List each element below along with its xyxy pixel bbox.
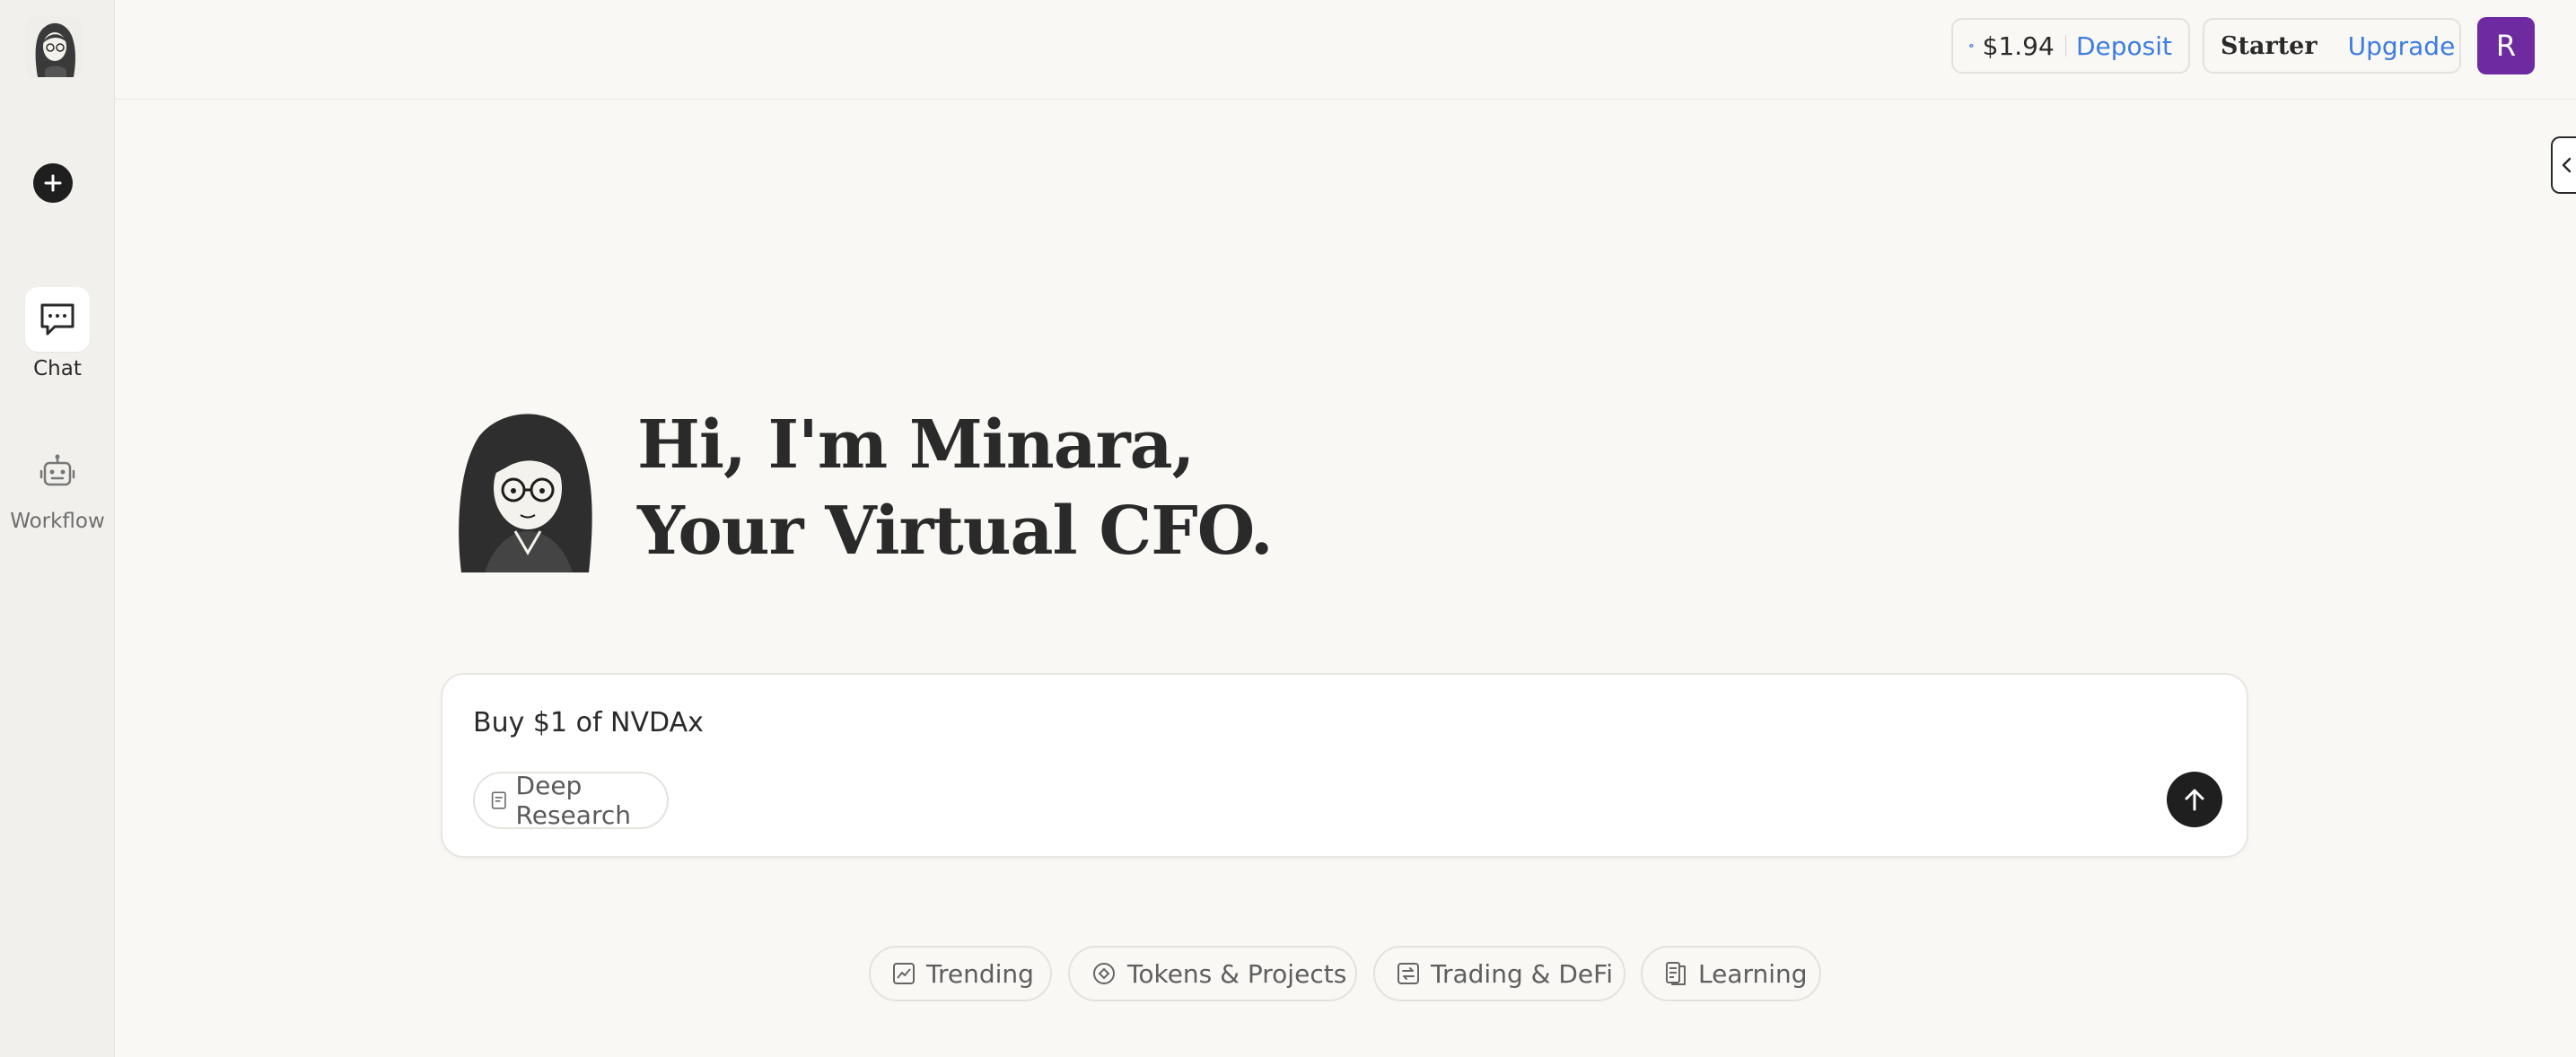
document-icon [491,791,506,809]
usdc-coin-icon: $ [1969,43,1974,48]
sidebar-item-label: Chat [33,357,82,380]
app-root: Chat Workflow $ $1.94 Deposit Starter Up… [0,0,2576,1057]
deposit-link[interactable]: Deposit [2076,31,2172,61]
chip-trending[interactable]: Trending [869,946,1052,1001]
sidebar-item-label: Workflow [10,510,105,533]
sidebar-item-chat[interactable]: Chat [0,287,115,380]
balance-pill: $ $1.94 Deposit [1951,18,2190,74]
chip-label: Tokens & Projects [1127,958,1347,989]
minara-portrait [452,406,605,572]
balance-amount: $1.94 [1982,31,2055,61]
trend-chart-icon [893,963,915,984]
deep-research-button[interactable]: Deep Research [473,771,669,830]
arrow-up-icon [2185,789,2204,811]
chat-composer: Deep Research [441,673,2248,858]
minara-portrait-icon[interactable] [25,16,83,77]
new-chat-button[interactable] [33,163,73,203]
send-button[interactable] [2167,772,2222,827]
chip-trading-defi[interactable]: Trading & DeFi [1373,946,1625,1001]
trading-icon [1398,963,1419,984]
top-bar: $ $1.94 Deposit Starter Upgrade R [115,0,2576,100]
chip-label: Learning [1698,958,1808,989]
deep-research-label: Deep Research [515,771,631,830]
chip-label: Trending [926,958,1034,989]
chip-learning[interactable]: Learning [1641,946,1821,1001]
hero-title-line-1: Hi, I'm Minara, [637,406,1195,484]
upgrade-link[interactable]: Upgrade [2348,31,2456,61]
chip-label: Trading & DeFi [1431,958,1613,989]
hero-title: Hi, I'm Minara, Your Virtual CFO. [637,402,1274,574]
collapse-panel-button[interactable] [2551,136,2576,194]
sidebar-item-workflow[interactable]: Workflow [0,440,115,533]
hero-title-line-2: Your Virtual CFO. [637,493,1274,570]
book-icon [1666,962,1686,985]
chat-bubble-icon [40,303,74,336]
chat-input[interactable] [473,707,2178,738]
sidebar: Chat Workflow [0,0,115,1057]
chevron-left-icon [2562,157,2572,173]
sidebar-item-chat-icon-box [25,287,90,352]
sidebar-item-workflow-icon-box [25,440,90,504]
robot-icon [39,454,75,486]
plan-pill: Starter Upgrade [2203,18,2461,74]
plan-name: Starter [2221,31,2318,60]
token-icon [1093,963,1115,984]
chip-tokens-projects[interactable]: Tokens & Projects [1068,946,1357,1001]
plus-circle-icon [44,174,62,192]
user-avatar[interactable]: R [2477,17,2535,74]
